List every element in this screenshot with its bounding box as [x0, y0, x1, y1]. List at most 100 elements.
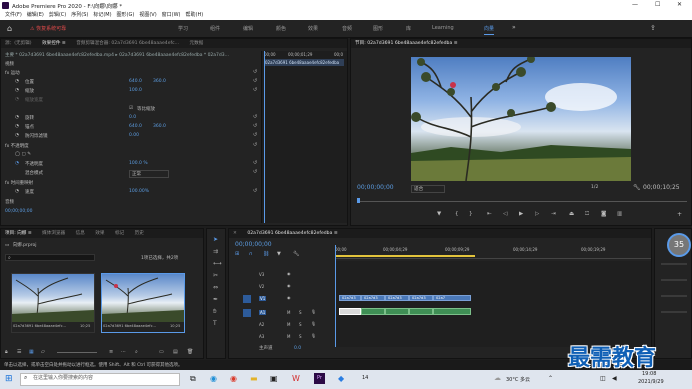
mark-in-icon[interactable]: {	[455, 211, 459, 217]
selection-tool-icon[interactable]: ➤	[213, 237, 218, 243]
mute-icon[interactable]: M	[287, 310, 290, 315]
video-clip[interactable]: 02a7	[433, 295, 471, 301]
reset-icon[interactable]: ↺	[253, 170, 257, 175]
tray-up-icon[interactable]: ⌃	[548, 375, 553, 382]
tab-sequence[interactable]: 02a7d3691 6be48aaae4efc82efedba ≡	[247, 231, 337, 236]
section-time-remap[interactable]: fx 时间重映射	[5, 180, 33, 186]
prop-speed-value[interactable]: 100.00%	[129, 189, 149, 194]
maximize-icon[interactable]: ☐	[655, 1, 660, 8]
export-frame-icon[interactable]: ◙	[601, 211, 606, 217]
prop-opacity-value[interactable]: 100.0 %	[129, 161, 148, 166]
play-icon[interactable]: ▶	[519, 211, 523, 217]
pen-tool-icon[interactable]: ✒	[213, 297, 218, 303]
prop-position-y[interactable]: 360.0	[153, 79, 166, 84]
tab-info[interactable]: 信息	[76, 231, 85, 236]
workspace-libraries[interactable]: 库	[406, 25, 411, 32]
mark-out-icon[interactable]: }	[469, 211, 473, 217]
solo-icon[interactable]: S	[299, 310, 302, 315]
stopwatch-icon[interactable]: ◔	[15, 88, 19, 93]
reset-icon[interactable]: ↺	[253, 189, 257, 194]
uniform-scale-checkbox[interactable]: ☑	[129, 106, 133, 111]
hand-tool-icon[interactable]: ✋︎	[213, 309, 216, 315]
program-timecode-left[interactable]: 00;00;00;00	[357, 184, 394, 191]
file-explorer-icon[interactable]: ▬	[250, 374, 258, 383]
track-label[interactable]: V2	[259, 284, 264, 289]
section-opacity[interactable]: fx 不透明度	[5, 143, 29, 149]
stopwatch-icon[interactable]: ◔	[15, 97, 19, 102]
prop-rotation-value[interactable]: 0.0	[129, 115, 136, 120]
comparison-view-icon[interactable]: ▥	[617, 211, 622, 217]
workspace-audio[interactable]: 音频	[342, 25, 352, 32]
project-item[interactable]: 02a7d3691 6be48aaae4efc... 10;25	[11, 273, 95, 333]
pen-mask-icon[interactable]: ✎	[27, 152, 31, 157]
linked-selection-icon[interactable]: ⛓︎	[263, 251, 269, 257]
solo-icon[interactable]: S	[299, 322, 302, 327]
workspace-assembly[interactable]: 组件	[210, 25, 220, 32]
wps-icon[interactable]: W	[292, 374, 300, 383]
menu-clip[interactable]: 剪辑(C)	[49, 12, 66, 18]
app-icon[interactable]: ◆	[338, 374, 344, 383]
windows-start-icon[interactable]: ⊞	[5, 374, 13, 384]
section-motion[interactable]: fx 运动	[5, 70, 20, 76]
program-fit-select[interactable]: 适合	[411, 185, 445, 193]
video-clip[interactable]: 02a7d3	[385, 295, 409, 301]
icon-view-icon[interactable]: ▦	[29, 349, 34, 355]
workspace-graphics[interactable]: 图形	[373, 25, 383, 32]
track-label[interactable]: A1	[259, 310, 267, 315]
lock-icon[interactable]: 🔒︎	[5, 349, 8, 355]
tab-history[interactable]: 历史	[135, 231, 144, 236]
master-value[interactable]: 0.0	[294, 346, 301, 351]
prop-anchor-y[interactable]: 360.0	[153, 124, 166, 129]
sort-icon[interactable]: ≡	[109, 349, 113, 355]
task-view-icon[interactable]: ⧉	[190, 374, 196, 384]
work-area-bar[interactable]	[335, 255, 475, 257]
track-target-v1[interactable]	[243, 295, 251, 303]
mic-icon[interactable]: 🎙︎	[311, 309, 316, 314]
workspace-editing[interactable]: 编辑	[243, 25, 253, 32]
prop-anti-flicker-value[interactable]: 0.00	[129, 133, 139, 138]
stopwatch-icon[interactable]: ◔	[15, 79, 19, 84]
audio-clip[interactable]	[339, 308, 361, 315]
blend-mode-select[interactable]: 正常	[129, 170, 169, 178]
mute-icon[interactable]: M	[287, 334, 290, 339]
tab-audio-mixer[interactable]: 音频剪辑混合器: 02a7d3691 6be48aaae4efc...	[76, 41, 179, 46]
eye-icon[interactable]: ◉	[287, 283, 291, 288]
home-icon[interactable]: ⌂	[7, 24, 12, 33]
snap-icon[interactable]: ∩	[249, 251, 253, 257]
timeline-playhead[interactable]	[335, 245, 336, 347]
track-label[interactable]: V1	[259, 296, 267, 301]
track-target-a1[interactable]	[243, 309, 251, 317]
reset-icon[interactable]: ↺	[253, 124, 257, 129]
program-scrubber[interactable]	[357, 198, 687, 203]
menu-sequence[interactable]: 序列(S)	[71, 12, 88, 18]
program-video-frame[interactable]	[411, 57, 631, 181]
add-marker-icon[interactable]: ▼	[437, 211, 441, 217]
clear-icon[interactable]: 🗑︎	[187, 349, 193, 355]
menu-view[interactable]: 视图(V)	[139, 12, 156, 18]
program-title[interactable]: 节目: 02a7d3691 6be48aaae4efc82efedba ≡	[355, 41, 458, 46]
edge-icon[interactable]: ◉	[210, 374, 217, 383]
clock-date[interactable]: 2021/9/29	[638, 379, 664, 385]
timeline-timecode[interactable]: 00;00;00;00	[235, 241, 272, 248]
tab-project[interactable]: 项目: 向娜 ≡	[5, 231, 32, 236]
go-to-in-icon[interactable]: ⇤	[487, 211, 492, 217]
track-label[interactable]: A3	[259, 334, 264, 339]
ec-timecode[interactable]: 00;00;00;00	[5, 209, 32, 214]
ec-playhead[interactable]	[264, 51, 265, 223]
stopwatch-icon[interactable]: ◔	[15, 161, 19, 166]
project-search-input[interactable]: ⌕	[5, 254, 95, 261]
prop-anchor-x[interactable]: 640.0	[129, 124, 142, 129]
nest-icon[interactable]: ⊞	[235, 251, 239, 257]
audio-clip[interactable]	[409, 308, 433, 315]
tab-media-browser[interactable]: 媒体浏览器	[42, 231, 65, 236]
share-icon[interactable]: ⇪	[650, 24, 656, 32]
zoom-slider[interactable]	[57, 352, 97, 353]
automate-icon[interactable]: ⋯	[121, 349, 126, 355]
mute-icon[interactable]: M	[287, 322, 290, 327]
clock-time[interactable]: 19:08	[642, 371, 656, 377]
menu-marker[interactable]: 标记(M)	[93, 12, 111, 18]
go-to-out-icon[interactable]: ⇥	[551, 211, 556, 217]
reset-icon[interactable]: ↺	[253, 115, 257, 120]
premiere-taskbar-icon[interactable]: Pr	[314, 373, 325, 384]
network-icon[interactable]: ◫	[600, 375, 606, 382]
